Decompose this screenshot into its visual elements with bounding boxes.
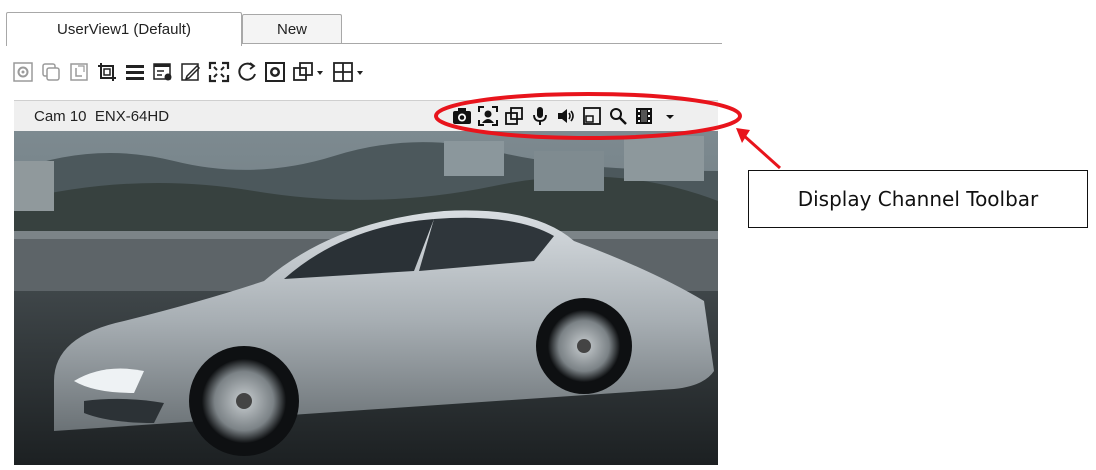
toolbar-highlight-ellipse xyxy=(434,92,742,140)
annotation-callout: Display Channel Toolbar xyxy=(748,170,1088,228)
tab-userview1[interactable]: UserView1 (Default) xyxy=(6,12,242,46)
tab-label: UserView1 (Default) xyxy=(57,21,191,38)
annotation-arrow xyxy=(741,132,782,170)
annotation-overlay xyxy=(434,92,782,170)
annotation-label: Display Channel Toolbar xyxy=(797,187,1039,211)
